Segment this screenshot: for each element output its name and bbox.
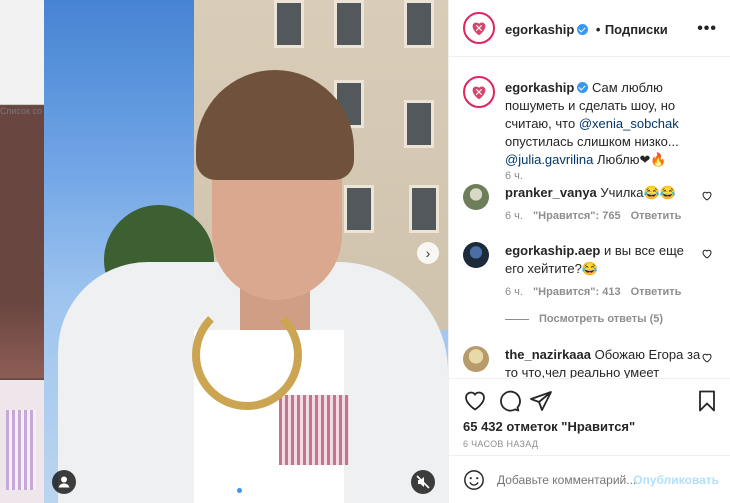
carousel-dot (246, 488, 251, 493)
like-comment-icon[interactable] (701, 190, 713, 202)
comment-text: egorkaship.aep и вы все еще его хейтите?… (505, 243, 684, 276)
caption-meta: 6 ч. (505, 170, 523, 182)
user-tags-button[interactable] (52, 470, 76, 494)
comment-username[interactable]: the_nazirkaaa (505, 347, 591, 362)
avatar[interactable] (463, 346, 489, 372)
post-video[interactable] (44, 0, 448, 503)
background-thumbnail (0, 380, 44, 503)
comment-text: the_nazirkaaa Обожаю Егора за то что,чел… (505, 347, 701, 378)
add-comment-bar: Опубликовать (449, 455, 730, 503)
post-side-panel: egorkaship • Подписки ••• egorkaship Сам… (448, 0, 730, 503)
post-timestamp[interactable]: 6 ЧАСОВ НАЗАД (463, 439, 538, 449)
comment-meta: 6 ч. "Нравится": 413 Ответить (505, 286, 682, 298)
background-page: Список со (0, 0, 44, 503)
like-comment-icon[interactable] (701, 248, 713, 260)
verified-icon (577, 24, 589, 35)
comment-input[interactable] (497, 470, 647, 490)
avatar[interactable] (463, 76, 495, 108)
view-replies-button[interactable]: Посмотреть ответы (5) (505, 313, 663, 325)
comment-icon[interactable] (497, 389, 521, 413)
comment-username[interactable]: pranker_vanya (505, 185, 597, 200)
comment-username[interactable]: egorkaship.aep (505, 243, 600, 258)
avatar[interactable] (463, 242, 489, 268)
background-text: Список со (0, 106, 43, 116)
post-username[interactable]: egorkaship (505, 22, 574, 37)
speaker-muted-icon (416, 475, 430, 489)
share-icon[interactable] (529, 389, 553, 413)
bookmark-icon[interactable] (695, 389, 719, 413)
likes-count[interactable]: 65 432 отметок "Нравится" (463, 419, 635, 434)
comment-text: pranker_vanya Училка😂😂 (505, 185, 676, 200)
reply-button[interactable]: Ответить (631, 210, 682, 222)
following-button[interactable]: Подписки (605, 22, 668, 37)
publish-button[interactable]: Опубликовать (633, 473, 719, 487)
mute-button[interactable] (411, 470, 435, 494)
like-heart-icon[interactable] (463, 389, 487, 413)
caption-time[interactable]: 6 ч. (505, 170, 523, 182)
user-icon (58, 476, 70, 488)
avatar[interactable] (463, 12, 495, 44)
post-header: egorkaship • Подписки ••• (449, 0, 730, 57)
caption-text: egorkaship Сам люблю пошуметь и сделать … (505, 80, 679, 167)
comment-meta: 6 ч. "Нравится": 765 Ответить (505, 210, 682, 222)
comment-likes[interactable]: "Нравится": 413 (533, 286, 621, 298)
mention-link[interactable]: @julia.gavrilina (505, 152, 593, 167)
comments-list: egorkaship Сам люблю пошуметь и сделать … (449, 58, 730, 378)
heart-logo-icon (472, 22, 486, 36)
post-actions: 65 432 отметок "Нравится" 6 ЧАСОВ НАЗАД (449, 378, 730, 454)
heart-logo-icon (472, 86, 486, 100)
mention-link[interactable]: @xenia_sobchak (579, 116, 679, 131)
emoji-icon[interactable] (463, 469, 485, 491)
background-panel (0, 0, 44, 105)
reply-button[interactable]: Ответить (631, 286, 682, 298)
carousel-indicator (237, 488, 251, 493)
caption-username[interactable]: egorkaship (505, 80, 574, 95)
like-comment-icon[interactable] (701, 352, 713, 364)
avatar[interactable] (463, 184, 489, 210)
next-media-button[interactable]: › (417, 242, 439, 264)
verified-icon (577, 82, 589, 93)
carousel-dot-active (237, 488, 242, 493)
more-options-button[interactable]: ••• (697, 20, 717, 38)
comment-likes[interactable]: "Нравится": 765 (533, 210, 621, 222)
follow-separator: • (595, 22, 601, 37)
